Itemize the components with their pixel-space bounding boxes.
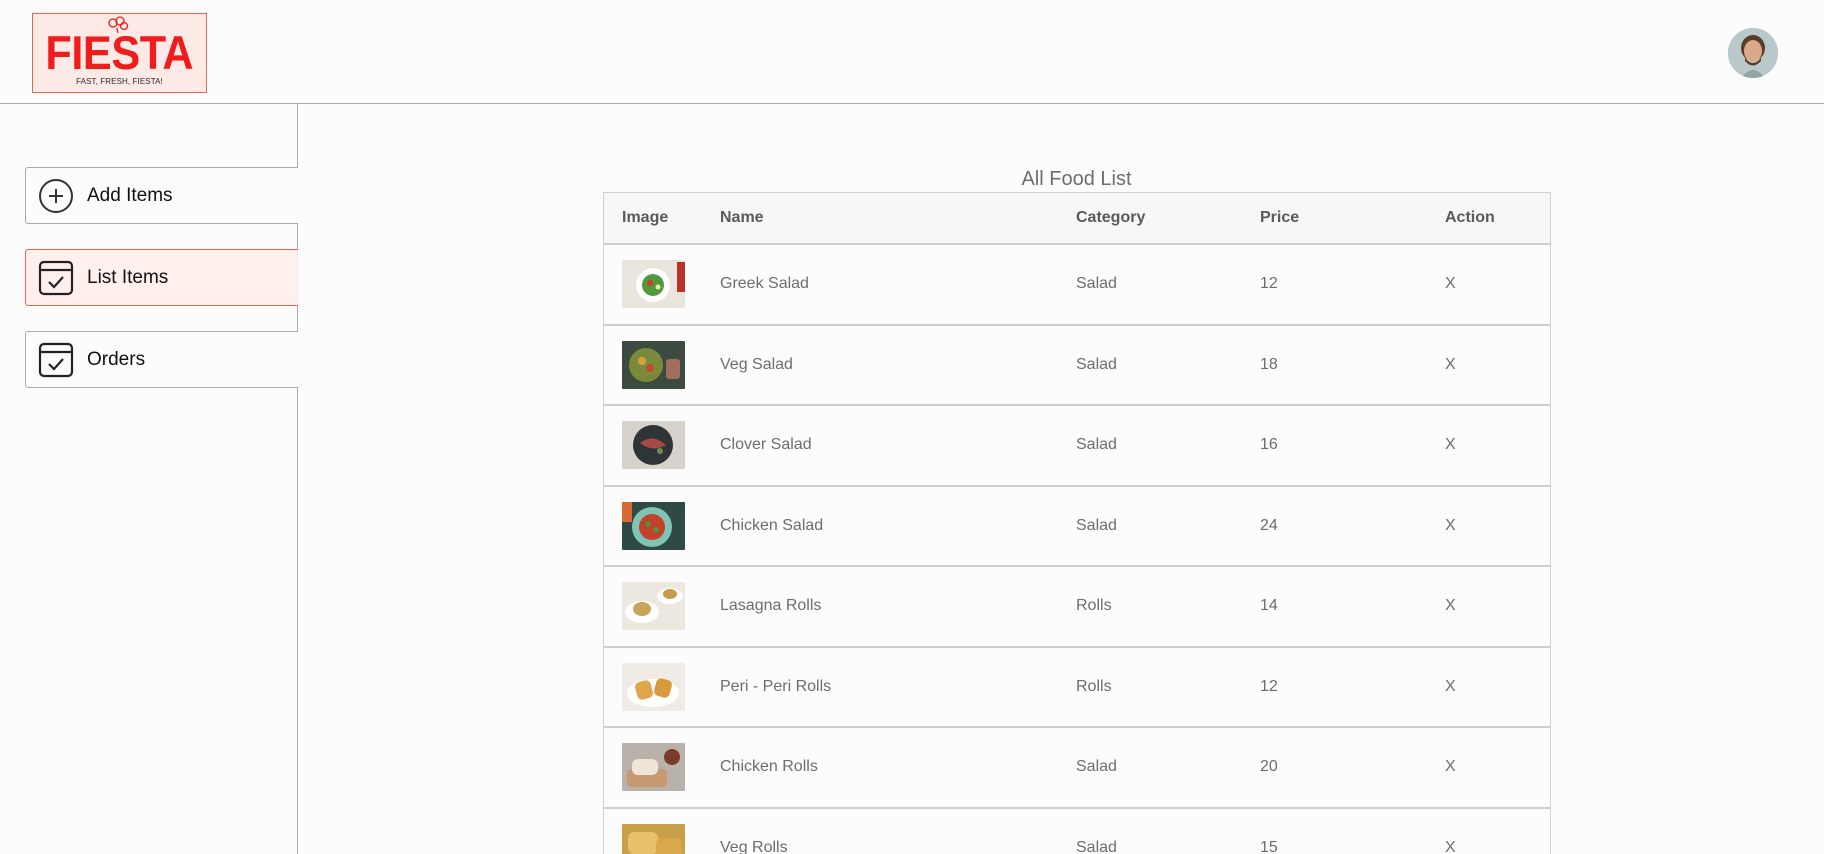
food-category: Rolls — [1076, 597, 1112, 615]
food-price: 12 — [1260, 275, 1278, 293]
column-header-action: Action — [1445, 209, 1495, 226]
remove-item-button[interactable]: X — [1445, 517, 1550, 535]
table-row: Peri - Peri Rolls Rolls 12 X — [604, 648, 1550, 728]
food-name: Veg Rolls — [720, 838, 788, 854]
food-price: 20 — [1260, 758, 1278, 776]
profile-avatar[interactable] — [1728, 28, 1778, 78]
table-header-row: Image Name Category Price Action — [604, 193, 1550, 245]
sidebar-item-label: List Items — [87, 266, 169, 288]
food-image — [622, 260, 685, 309]
sidebar-item-orders[interactable]: Orders — [25, 331, 298, 388]
table-row: Chicken Rolls Salad 20 X — [604, 728, 1550, 809]
table-row: Lasagna Rolls Rolls 14 X — [604, 567, 1550, 648]
calendar-check-icon — [38, 260, 74, 295]
page-title: All Food List — [1021, 168, 1132, 190]
food-category: Salad — [1076, 436, 1117, 454]
fiesta-logo[interactable]: FIESTA FAST, FRESH, FIESTA! — [32, 13, 207, 93]
column-header-price: Price — [1260, 209, 1300, 226]
top-navbar: FIESTA FAST, FRESH, FIESTA! — [0, 0, 1824, 104]
food-price: 14 — [1260, 597, 1278, 615]
food-name: Peri - Peri Rolls — [720, 677, 832, 695]
column-header-category: Category — [1076, 209, 1146, 226]
table-row: Clover Salad Salad 16 X — [604, 406, 1550, 487]
remove-item-button[interactable]: X — [1445, 678, 1550, 696]
remove-item-button[interactable]: X — [1445, 356, 1550, 374]
column-header-image: Image — [622, 209, 669, 226]
remove-item-button[interactable]: X — [1445, 275, 1550, 293]
sidebar-item-list-items[interactable]: List Items — [25, 249, 298, 306]
food-image — [622, 501, 685, 550]
food-image — [622, 582, 685, 631]
food-image — [622, 743, 685, 792]
remove-item-button[interactable]: X — [1445, 758, 1550, 776]
table-row: Veg Rolls Salad 15 X — [604, 809, 1550, 854]
remove-item-button[interactable]: X — [1445, 597, 1550, 615]
food-name: Chicken Rolls — [720, 758, 818, 776]
food-category: Salad — [1076, 758, 1117, 776]
food-name: Lasagna Rolls — [720, 597, 822, 615]
food-image — [622, 662, 685, 711]
food-category: Salad — [1076, 275, 1117, 293]
food-image — [622, 340, 685, 389]
food-name: Veg Salad — [720, 355, 793, 373]
sidebar-item-label: Orders — [87, 348, 146, 370]
food-name: Greek Salad — [720, 275, 809, 293]
avatar-image — [1728, 28, 1778, 78]
food-list-table: Image Name Category Price Action Greek S… — [603, 192, 1551, 854]
sidebar-item-label: Add Items — [87, 184, 173, 206]
food-category: Rolls — [1076, 677, 1112, 695]
table-row: Greek Salad Salad 12 X — [604, 245, 1550, 326]
food-category: Salad — [1076, 355, 1117, 373]
food-image — [622, 823, 685, 854]
food-category: Salad — [1076, 838, 1117, 854]
food-category: Salad — [1076, 516, 1117, 534]
food-price: 24 — [1260, 516, 1278, 534]
food-price: 16 — [1260, 436, 1278, 454]
food-name: Clover Salad — [720, 436, 812, 454]
food-price: 12 — [1260, 677, 1278, 695]
sidebar-item-add-items[interactable]: Add Items — [25, 167, 298, 224]
food-name: Chicken Salad — [720, 516, 824, 534]
remove-item-button[interactable]: X — [1445, 839, 1550, 854]
remove-item-button[interactable]: X — [1445, 436, 1550, 454]
add-circle-icon — [39, 178, 73, 213]
calendar-check-icon — [38, 342, 74, 377]
sidebar: Add Items List Items Orders — [0, 104, 298, 854]
column-header-name: Name — [720, 209, 764, 226]
food-image — [622, 421, 685, 470]
table-row: Veg Salad Salad 18 X — [604, 326, 1550, 406]
table-row: Chicken Salad Salad 24 X — [604, 487, 1550, 567]
logo-word: FIESTA — [45, 26, 194, 79]
food-price: 15 — [1260, 838, 1278, 854]
food-price: 18 — [1260, 355, 1278, 373]
